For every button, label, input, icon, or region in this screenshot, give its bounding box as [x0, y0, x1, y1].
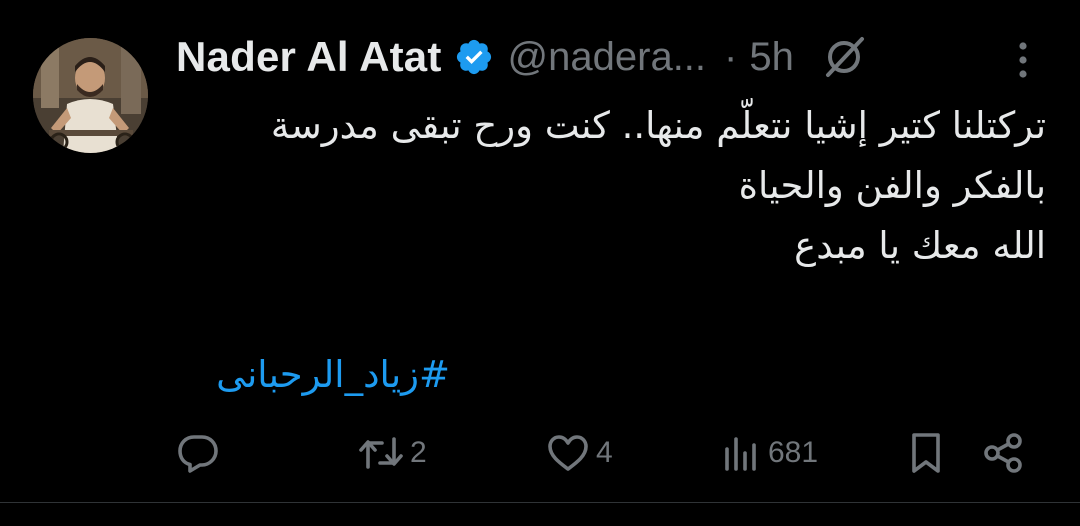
retweet-count: 2: [410, 436, 427, 469]
like-count: 4: [596, 436, 613, 469]
tweet[interactable]: Nader Al Atat @nadera... · 5h تركتلنا كت…: [0, 0, 1080, 526]
tweet-header: Nader Al Atat @nadera... · 5h: [176, 28, 966, 86]
reply-icon: [178, 435, 218, 473]
grok-icon[interactable]: [820, 33, 868, 81]
time-separator: ·: [724, 34, 738, 79]
author-handle[interactable]: @nadera...: [508, 35, 707, 80]
reply-button[interactable]: [176, 425, 220, 481]
like-button[interactable]: 4: [546, 425, 613, 481]
timestamp[interactable]: 5h: [749, 35, 794, 80]
views-icon: [725, 437, 756, 471]
tweet-text: تركتلنا كتير إشيا نتعلّم منها.. كنت ورح …: [160, 96, 1046, 276]
retweet-button[interactable]: 2: [358, 425, 427, 481]
views-count: 681: [768, 436, 819, 469]
divider: [0, 502, 1080, 503]
retweet-icon: [359, 437, 403, 469]
bookmark-button[interactable]: [906, 425, 946, 481]
bookmark-icon: [912, 433, 940, 473]
verified-badge-icon[interactable]: [454, 37, 494, 77]
author-name[interactable]: Nader Al Atat: [176, 33, 442, 81]
action-bar: 2 4 681: [0, 425, 1080, 481]
heart-icon: [548, 435, 588, 471]
tweet-text-line: الله معك يا مبدع: [794, 224, 1046, 267]
share-button[interactable]: [982, 425, 1026, 481]
share-icon: [984, 433, 1022, 473]
views-button[interactable]: 681: [722, 425, 818, 481]
avatar[interactable]: [33, 38, 148, 153]
tweet-text-line: تركتلنا كتير إشيا نتعلّم منها.. كنت ورح …: [270, 104, 1046, 147]
more-options-icon[interactable]: [1008, 38, 1038, 82]
avatar-image: [33, 38, 148, 153]
tweet-text-line: بالفكر والفن والحياة: [738, 164, 1046, 207]
hashtag-link[interactable]: #زياد_الرحبانى: [150, 345, 450, 405]
